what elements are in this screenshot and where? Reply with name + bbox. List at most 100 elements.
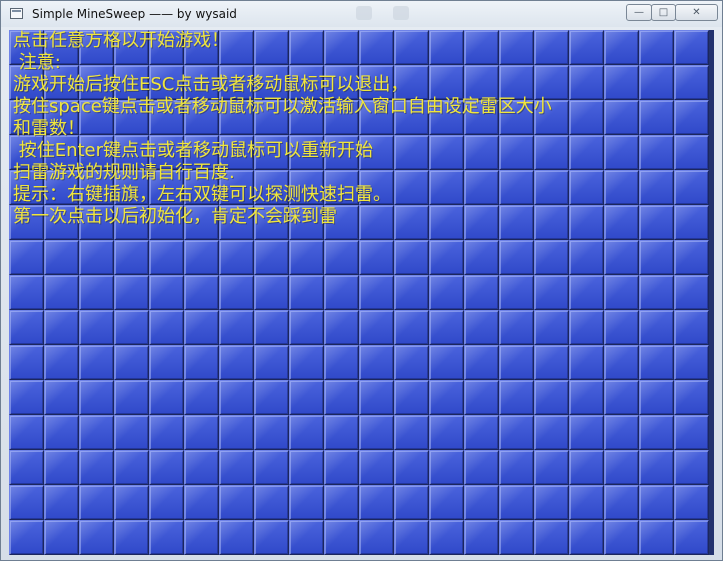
minimize-button[interactable]: —	[626, 4, 652, 21]
mine-tile[interactable]	[604, 65, 639, 100]
mine-tile[interactable]	[639, 205, 674, 240]
mine-tile[interactable]	[114, 415, 149, 450]
mine-tile[interactable]	[534, 345, 569, 380]
mine-tile[interactable]	[254, 520, 289, 555]
mine-tile[interactable]	[324, 520, 359, 555]
mine-tile[interactable]	[324, 310, 359, 345]
mine-tile[interactable]	[254, 415, 289, 450]
mine-tile[interactable]	[359, 240, 394, 275]
mine-tile[interactable]	[429, 450, 464, 485]
mine-tile[interactable]	[184, 275, 219, 310]
mine-tile[interactable]	[604, 170, 639, 205]
mine-tile[interactable]	[674, 135, 709, 170]
mine-tile[interactable]	[639, 275, 674, 310]
mine-tile[interactable]	[464, 380, 499, 415]
mine-tile[interactable]	[464, 310, 499, 345]
mine-tile[interactable]	[569, 30, 604, 65]
mine-tile[interactable]	[9, 275, 44, 310]
mine-tile[interactable]	[184, 345, 219, 380]
mine-tile[interactable]	[569, 415, 604, 450]
mine-tile[interactable]	[604, 520, 639, 555]
mine-tile[interactable]	[499, 485, 534, 520]
mine-tile[interactable]	[184, 310, 219, 345]
mine-tile[interactable]	[499, 345, 534, 380]
mine-tile[interactable]	[534, 275, 569, 310]
mine-tile[interactable]	[604, 380, 639, 415]
mine-tile[interactable]	[639, 100, 674, 135]
mine-tile[interactable]	[79, 380, 114, 415]
mine-tile[interactable]	[604, 275, 639, 310]
mine-tile[interactable]	[639, 240, 674, 275]
mine-tile[interactable]	[639, 170, 674, 205]
mine-tile[interactable]	[674, 485, 709, 520]
mine-tile[interactable]	[604, 310, 639, 345]
mine-tile[interactable]	[359, 415, 394, 450]
mine-tile[interactable]	[219, 415, 254, 450]
mine-tile[interactable]	[289, 520, 324, 555]
mine-tile[interactable]	[429, 310, 464, 345]
mine-tile[interactable]	[639, 65, 674, 100]
mine-tile[interactable]	[569, 275, 604, 310]
mine-tile[interactable]	[429, 380, 464, 415]
title-bar[interactable]: Simple MineSweep —— by wysaid — □ ✕	[1, 1, 722, 27]
mine-tile[interactable]	[464, 345, 499, 380]
mine-tile[interactable]	[534, 450, 569, 485]
mine-tile[interactable]	[149, 345, 184, 380]
mine-tile[interactable]	[289, 415, 324, 450]
mine-tile[interactable]	[9, 520, 44, 555]
mine-tile[interactable]	[184, 415, 219, 450]
mine-tile[interactable]	[79, 415, 114, 450]
mine-tile[interactable]	[674, 100, 709, 135]
mine-tile[interactable]	[674, 310, 709, 345]
mine-tile[interactable]	[219, 275, 254, 310]
mine-tile[interactable]	[79, 275, 114, 310]
mine-tile[interactable]	[9, 450, 44, 485]
mine-tile[interactable]	[499, 310, 534, 345]
maximize-button[interactable]: □	[651, 4, 676, 21]
mine-tile[interactable]	[604, 100, 639, 135]
mine-tile[interactable]	[394, 450, 429, 485]
mine-tile[interactable]	[394, 310, 429, 345]
mine-tile[interactable]	[499, 520, 534, 555]
mine-tile[interactable]	[149, 450, 184, 485]
mine-tile[interactable]	[114, 310, 149, 345]
mine-tile[interactable]	[534, 520, 569, 555]
mine-tile[interactable]	[569, 520, 604, 555]
mine-tile[interactable]	[219, 520, 254, 555]
mine-tile[interactable]	[9, 240, 44, 275]
mine-tile[interactable]	[254, 240, 289, 275]
mine-tile[interactable]	[219, 380, 254, 415]
mine-tile[interactable]	[79, 345, 114, 380]
mine-tile[interactable]	[604, 205, 639, 240]
mine-tile[interactable]	[674, 65, 709, 100]
mine-tile[interactable]	[604, 30, 639, 65]
mine-tile[interactable]	[254, 275, 289, 310]
mine-tile[interactable]	[289, 380, 324, 415]
mine-tile[interactable]	[254, 310, 289, 345]
mine-tile[interactable]	[184, 485, 219, 520]
mine-tile[interactable]	[9, 310, 44, 345]
mine-tile[interactable]	[184, 240, 219, 275]
mine-tile[interactable]	[674, 170, 709, 205]
mine-tile[interactable]	[674, 450, 709, 485]
mine-tile[interactable]	[604, 240, 639, 275]
mine-tile[interactable]	[184, 450, 219, 485]
close-button[interactable]: ✕	[675, 4, 718, 21]
mine-tile[interactable]	[499, 240, 534, 275]
mine-tile[interactable]	[289, 345, 324, 380]
mine-tile[interactable]	[534, 485, 569, 520]
mine-tile[interactable]	[114, 380, 149, 415]
mine-tile[interactable]	[289, 485, 324, 520]
mine-tile[interactable]	[254, 450, 289, 485]
mine-tile[interactable]	[429, 345, 464, 380]
mine-tile[interactable]	[9, 380, 44, 415]
mine-tile[interactable]	[534, 415, 569, 450]
mine-tile[interactable]	[9, 415, 44, 450]
mine-tile[interactable]	[324, 345, 359, 380]
mine-tile[interactable]	[604, 485, 639, 520]
mine-tile[interactable]	[639, 485, 674, 520]
mine-tile[interactable]	[149, 310, 184, 345]
mine-tile[interactable]	[639, 30, 674, 65]
mine-tile[interactable]	[429, 520, 464, 555]
mine-tile[interactable]	[534, 240, 569, 275]
